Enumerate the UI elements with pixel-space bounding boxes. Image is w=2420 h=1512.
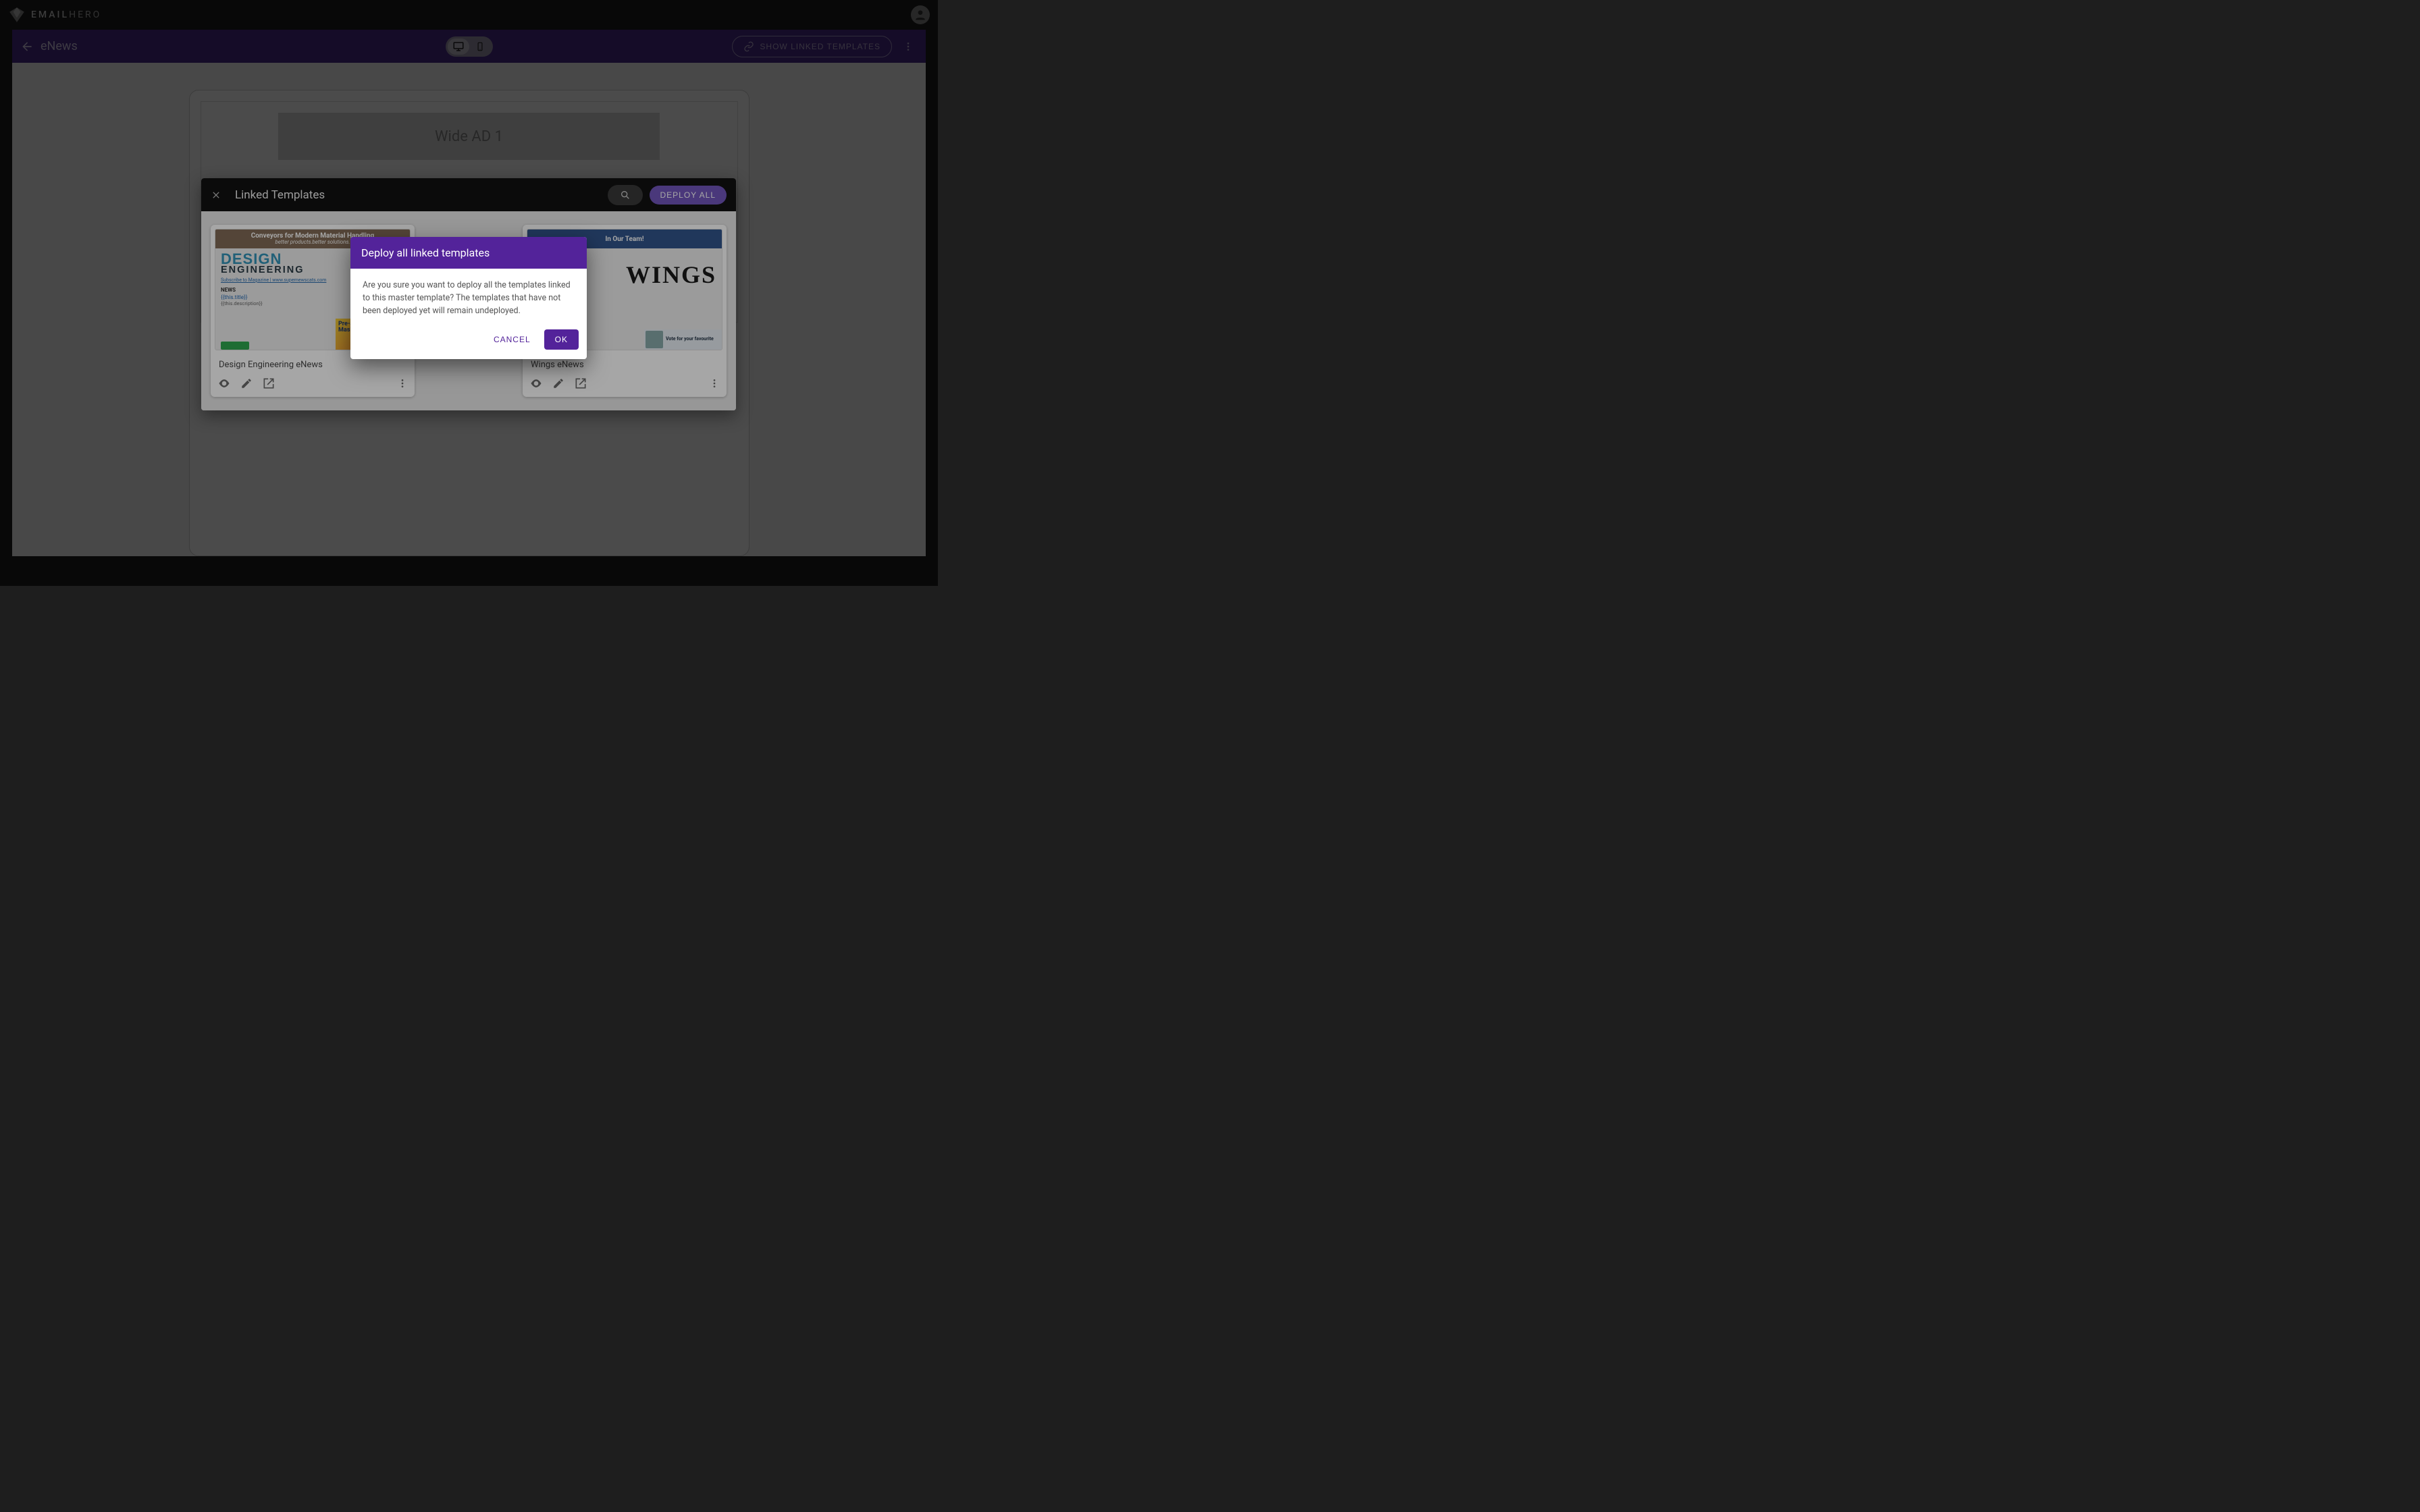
cancel-button[interactable]: CANCEL [487,329,537,350]
ok-button[interactable]: OK [544,329,579,350]
confirm-title: Deploy all linked templates [350,237,587,269]
confirm-dialog: Deploy all linked templates Are you sure… [350,237,587,359]
confirm-body-text: Are you sure you want to deploy all the … [350,269,587,324]
confirm-actions: CANCEL OK [350,324,587,359]
